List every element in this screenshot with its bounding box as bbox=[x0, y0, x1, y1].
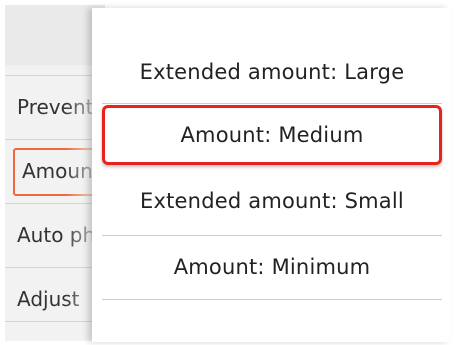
background-item-amount[interactable]: Amount bbox=[5, 139, 123, 203]
option-amount-minimum[interactable]: Amount: Minimum bbox=[102, 237, 442, 297]
option-label: Extended amount: Small bbox=[140, 189, 404, 213]
option-amount-medium[interactable]: Amount: Medium bbox=[102, 105, 442, 165]
option-label: Amount: Medium bbox=[180, 123, 364, 147]
divider bbox=[102, 103, 442, 104]
amount-options-popup: Extended amount: Large Amount: Medium Ex… bbox=[92, 8, 450, 342]
background-item-prevent[interactable]: Prevent bbox=[5, 75, 105, 139]
background-list-bottom bbox=[5, 321, 105, 342]
option-extended-large[interactable]: Extended amount: Large bbox=[102, 42, 442, 102]
option-label: Amount: Minimum bbox=[173, 255, 371, 279]
background-settings-list: Prevent Amount Auto photo fix Adjust bbox=[5, 5, 158, 342]
background-list-header bbox=[5, 5, 105, 65]
divider bbox=[102, 235, 442, 236]
divider bbox=[102, 299, 442, 300]
option-extended-small[interactable]: Extended amount: Small bbox=[102, 171, 442, 231]
option-label: Extended amount: Large bbox=[139, 60, 405, 84]
background-item-auto[interactable]: Auto photo fix bbox=[5, 203, 158, 267]
